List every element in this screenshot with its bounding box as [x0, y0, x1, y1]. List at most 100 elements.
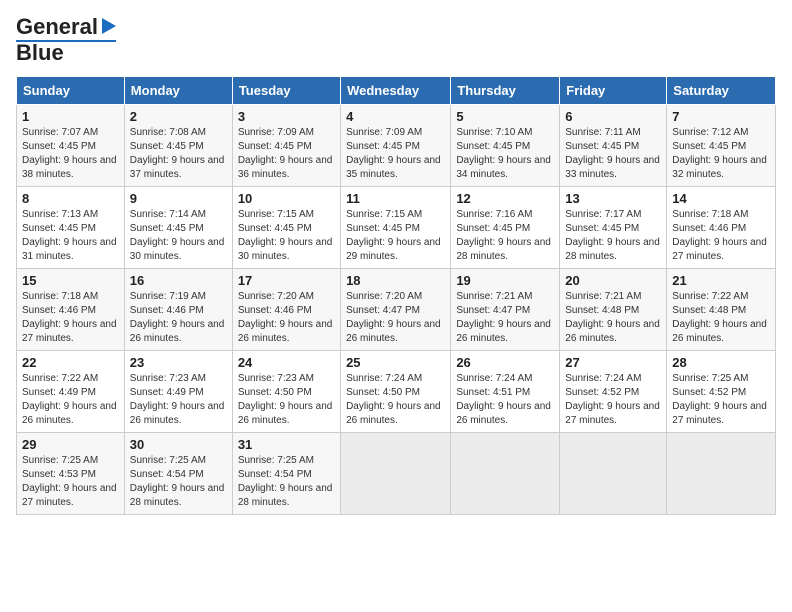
calendar-cell: 17 Sunrise: 7:20 AMSunset: 4:46 PMDaylig… — [232, 269, 340, 351]
calendar-header-row: SundayMondayTuesdayWednesdayThursdayFrid… — [17, 77, 776, 105]
day-number: 8 — [22, 191, 119, 206]
calendar-cell: 9 Sunrise: 7:14 AMSunset: 4:45 PMDayligh… — [124, 187, 232, 269]
day-number: 7 — [672, 109, 770, 124]
day-detail: Sunrise: 7:23 AMSunset: 4:49 PMDaylight:… — [130, 373, 225, 426]
day-number: 9 — [130, 191, 227, 206]
day-number: 25 — [346, 355, 445, 370]
calendar-week-3: 15 Sunrise: 7:18 AMSunset: 4:46 PMDaylig… — [17, 269, 776, 351]
day-detail: Sunrise: 7:22 AMSunset: 4:49 PMDaylight:… — [22, 373, 117, 426]
day-detail: Sunrise: 7:08 AMSunset: 4:45 PMDaylight:… — [130, 127, 225, 180]
day-detail: Sunrise: 7:18 AMSunset: 4:46 PMDaylight:… — [22, 291, 117, 344]
day-number: 1 — [22, 109, 119, 124]
calendar-cell: 8 Sunrise: 7:13 AMSunset: 4:45 PMDayligh… — [17, 187, 125, 269]
day-detail: Sunrise: 7:25 AMSunset: 4:54 PMDaylight:… — [238, 455, 333, 508]
day-detail: Sunrise: 7:25 AMSunset: 4:52 PMDaylight:… — [672, 373, 767, 426]
day-detail: Sunrise: 7:25 AMSunset: 4:54 PMDaylight:… — [130, 455, 225, 508]
calendar-cell: 26 Sunrise: 7:24 AMSunset: 4:51 PMDaylig… — [451, 351, 560, 433]
calendar-cell: 22 Sunrise: 7:22 AMSunset: 4:49 PMDaylig… — [17, 351, 125, 433]
calendar-week-1: 1 Sunrise: 7:07 AMSunset: 4:45 PMDayligh… — [17, 105, 776, 187]
day-detail: Sunrise: 7:14 AMSunset: 4:45 PMDaylight:… — [130, 209, 225, 262]
day-number: 14 — [672, 191, 770, 206]
calendar-week-2: 8 Sunrise: 7:13 AMSunset: 4:45 PMDayligh… — [17, 187, 776, 269]
day-number: 18 — [346, 273, 445, 288]
calendar-week-4: 22 Sunrise: 7:22 AMSunset: 4:49 PMDaylig… — [17, 351, 776, 433]
day-number: 23 — [130, 355, 227, 370]
calendar-cell: 20 Sunrise: 7:21 AMSunset: 4:48 PMDaylig… — [560, 269, 667, 351]
calendar-cell: 25 Sunrise: 7:24 AMSunset: 4:50 PMDaylig… — [341, 351, 451, 433]
day-number: 10 — [238, 191, 335, 206]
day-header-saturday: Saturday — [667, 77, 776, 105]
logo-general: General — [16, 16, 98, 38]
calendar-cell: 13 Sunrise: 7:17 AMSunset: 4:45 PMDaylig… — [560, 187, 667, 269]
day-detail: Sunrise: 7:20 AMSunset: 4:47 PMDaylight:… — [346, 291, 441, 344]
day-header-sunday: Sunday — [17, 77, 125, 105]
day-number: 16 — [130, 273, 227, 288]
calendar-cell: 5 Sunrise: 7:10 AMSunset: 4:45 PMDayligh… — [451, 105, 560, 187]
calendar-week-5: 29 Sunrise: 7:25 AMSunset: 4:53 PMDaylig… — [17, 433, 776, 515]
calendar-cell: 21 Sunrise: 7:22 AMSunset: 4:48 PMDaylig… — [667, 269, 776, 351]
day-number: 4 — [346, 109, 445, 124]
day-number: 30 — [130, 437, 227, 452]
day-number: 19 — [456, 273, 554, 288]
calendar-cell: 27 Sunrise: 7:24 AMSunset: 4:52 PMDaylig… — [560, 351, 667, 433]
day-number: 27 — [565, 355, 661, 370]
header: General Blue — [16, 16, 776, 64]
day-number: 6 — [565, 109, 661, 124]
calendar-cell: 1 Sunrise: 7:07 AMSunset: 4:45 PMDayligh… — [17, 105, 125, 187]
day-detail: Sunrise: 7:12 AMSunset: 4:45 PMDaylight:… — [672, 127, 767, 180]
day-number: 22 — [22, 355, 119, 370]
day-detail: Sunrise: 7:09 AMSunset: 4:45 PMDaylight:… — [346, 127, 441, 180]
logo-arrow-icon — [102, 18, 116, 34]
day-detail: Sunrise: 7:21 AMSunset: 4:48 PMDaylight:… — [565, 291, 660, 344]
day-detail: Sunrise: 7:23 AMSunset: 4:50 PMDaylight:… — [238, 373, 333, 426]
logo-blue: Blue — [16, 42, 64, 64]
day-detail: Sunrise: 7:09 AMSunset: 4:45 PMDaylight:… — [238, 127, 333, 180]
day-detail: Sunrise: 7:11 AMSunset: 4:45 PMDaylight:… — [565, 127, 660, 180]
calendar-cell: 4 Sunrise: 7:09 AMSunset: 4:45 PMDayligh… — [341, 105, 451, 187]
day-header-thursday: Thursday — [451, 77, 560, 105]
calendar-cell: 31 Sunrise: 7:25 AMSunset: 4:54 PMDaylig… — [232, 433, 340, 515]
day-detail: Sunrise: 7:21 AMSunset: 4:47 PMDaylight:… — [456, 291, 551, 344]
calendar-cell: 6 Sunrise: 7:11 AMSunset: 4:45 PMDayligh… — [560, 105, 667, 187]
calendar-cell: 18 Sunrise: 7:20 AMSunset: 4:47 PMDaylig… — [341, 269, 451, 351]
day-number: 20 — [565, 273, 661, 288]
calendar-cell — [667, 433, 776, 515]
day-header-wednesday: Wednesday — [341, 77, 451, 105]
day-number: 13 — [565, 191, 661, 206]
calendar-cell: 14 Sunrise: 7:18 AMSunset: 4:46 PMDaylig… — [667, 187, 776, 269]
calendar-cell: 19 Sunrise: 7:21 AMSunset: 4:47 PMDaylig… — [451, 269, 560, 351]
calendar-cell: 29 Sunrise: 7:25 AMSunset: 4:53 PMDaylig… — [17, 433, 125, 515]
day-detail: Sunrise: 7:15 AMSunset: 4:45 PMDaylight:… — [346, 209, 441, 262]
day-detail: Sunrise: 7:24 AMSunset: 4:50 PMDaylight:… — [346, 373, 441, 426]
calendar-cell: 12 Sunrise: 7:16 AMSunset: 4:45 PMDaylig… — [451, 187, 560, 269]
day-number: 2 — [130, 109, 227, 124]
day-detail: Sunrise: 7:17 AMSunset: 4:45 PMDaylight:… — [565, 209, 660, 262]
day-number: 29 — [22, 437, 119, 452]
calendar-cell: 10 Sunrise: 7:15 AMSunset: 4:45 PMDaylig… — [232, 187, 340, 269]
day-header-friday: Friday — [560, 77, 667, 105]
day-number: 17 — [238, 273, 335, 288]
day-detail: Sunrise: 7:24 AMSunset: 4:51 PMDaylight:… — [456, 373, 551, 426]
day-header-tuesday: Tuesday — [232, 77, 340, 105]
day-detail: Sunrise: 7:19 AMSunset: 4:46 PMDaylight:… — [130, 291, 225, 344]
day-detail: Sunrise: 7:22 AMSunset: 4:48 PMDaylight:… — [672, 291, 767, 344]
logo: General Blue — [16, 16, 116, 64]
calendar-cell: 3 Sunrise: 7:09 AMSunset: 4:45 PMDayligh… — [232, 105, 340, 187]
day-detail: Sunrise: 7:25 AMSunset: 4:53 PMDaylight:… — [22, 455, 117, 508]
day-number: 11 — [346, 191, 445, 206]
calendar-cell: 30 Sunrise: 7:25 AMSunset: 4:54 PMDaylig… — [124, 433, 232, 515]
day-number: 3 — [238, 109, 335, 124]
day-number: 12 — [456, 191, 554, 206]
calendar-cell — [451, 433, 560, 515]
day-number: 15 — [22, 273, 119, 288]
day-detail: Sunrise: 7:20 AMSunset: 4:46 PMDaylight:… — [238, 291, 333, 344]
calendar-cell: 7 Sunrise: 7:12 AMSunset: 4:45 PMDayligh… — [667, 105, 776, 187]
calendar-cell: 15 Sunrise: 7:18 AMSunset: 4:46 PMDaylig… — [17, 269, 125, 351]
calendar-cell — [560, 433, 667, 515]
calendar-cell: 24 Sunrise: 7:23 AMSunset: 4:50 PMDaylig… — [232, 351, 340, 433]
day-number: 26 — [456, 355, 554, 370]
day-detail: Sunrise: 7:07 AMSunset: 4:45 PMDaylight:… — [22, 127, 117, 180]
calendar-cell: 16 Sunrise: 7:19 AMSunset: 4:46 PMDaylig… — [124, 269, 232, 351]
day-number: 31 — [238, 437, 335, 452]
calendar-body: 1 Sunrise: 7:07 AMSunset: 4:45 PMDayligh… — [17, 105, 776, 515]
